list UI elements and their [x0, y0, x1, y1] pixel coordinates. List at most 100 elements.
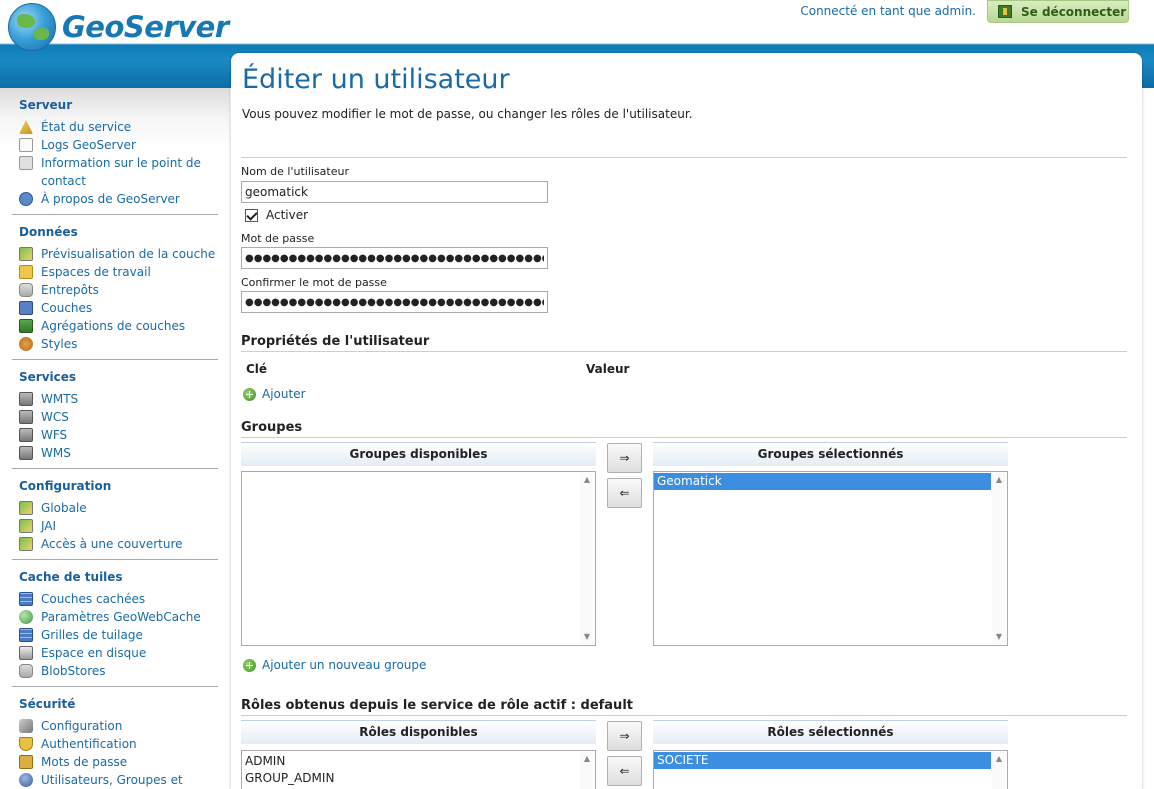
enable-checkbox[interactable] [245, 208, 258, 222]
scrollbar[interactable]: ▲ [992, 752, 1006, 789]
sidebar-item[interactable]: JAI [19, 517, 218, 535]
sidebar-item-label: Couches [41, 301, 93, 315]
scrollbar[interactable]: ▲ ▼ [580, 473, 594, 644]
sidebar-item[interactable]: BlobStores [19, 662, 218, 680]
layer-icon [19, 301, 33, 315]
remove-group-button[interactable]: ⇐ [607, 478, 642, 508]
scrollbar[interactable]: ▲ [580, 752, 594, 789]
grid-icon [19, 628, 33, 642]
list-item-societe[interactable]: SOCIETE [654, 752, 991, 769]
sidebar-item[interactable]: Accès à une couverture [19, 535, 218, 553]
selected-groups-list[interactable]: Geomatick ▲ ▼ [653, 471, 1008, 646]
sidebar-item[interactable]: Paramètres GeoWebCache [19, 608, 218, 626]
database-icon [19, 664, 33, 678]
sidebar-item-label: BlobStores [41, 664, 106, 678]
sidebar-item[interactable]: WMTS [19, 390, 218, 408]
users-icon [19, 773, 33, 787]
nav-section-title: Cache de tuiles [19, 570, 123, 584]
sidebar-item[interactable]: WMS [19, 444, 218, 462]
nav-section: Sécurité Configuration Authentification Mot… [12, 687, 218, 789]
sidebar-item[interactable]: Espaces de travail [19, 263, 218, 281]
grid-icon [19, 592, 33, 606]
divider [241, 157, 1127, 158]
scrollbar[interactable]: ▲ ▼ [992, 473, 1006, 644]
nav-section-title: Serveur [19, 98, 73, 112]
add-role-button[interactable]: ⇒ [607, 721, 642, 751]
add-group-button[interactable]: ⇒ [607, 443, 642, 473]
sidebar-item-label: WFS [41, 428, 68, 442]
sidebar-item[interactable]: Logs GeoServer [19, 136, 218, 154]
username-input[interactable] [241, 181, 548, 203]
sidebar-item[interactable]: Information sur le point de contact [19, 154, 218, 190]
sidebar-item[interactable]: Globale [19, 499, 218, 517]
divider [241, 351, 1127, 352]
sidebar-item[interactable]: Entrepôts [19, 281, 218, 299]
logout-button[interactable]: Se déconnecter [987, 0, 1129, 23]
document-icon [19, 138, 33, 152]
username-label: Nom de l'utilisateur [241, 165, 349, 178]
warning-icon [19, 120, 33, 134]
selected-roles-list[interactable]: SOCIETE ▲ [653, 750, 1008, 789]
sidebar-item-label: Espace en disque [41, 646, 147, 660]
coverage-icon [19, 537, 33, 551]
sidebar-item[interactable]: WCS [19, 408, 218, 426]
sidebar-item-label: Mots de passe [41, 755, 128, 769]
enable-checkbox-row[interactable]: Activer [245, 208, 308, 222]
divider [241, 715, 1127, 716]
sidebar-item[interactable]: Authentification [19, 735, 218, 753]
sidebar-item-label: État du service [41, 120, 132, 134]
sidebar-item-label: Information sur le point de contact [41, 156, 201, 188]
available-groups-list[interactable]: ▲ ▼ [241, 471, 596, 646]
sidebar-item[interactable]: Grilles de tuilage [19, 626, 218, 644]
sidebar-item[interactable]: Mots de passe [19, 753, 218, 771]
nav-section-title: Données [19, 225, 78, 239]
sidebar-item-label: Espaces de travail [41, 265, 151, 279]
list-item-geomatick[interactable]: Geomatick [654, 473, 991, 490]
sidebar-item-label: JAI [41, 519, 57, 533]
sidebar-item-label: Logs GeoServer [41, 138, 136, 152]
available-roles-list[interactable]: ADMIN GROUP_ADMIN ▲ [241, 750, 596, 789]
nav-section: Serveur État du service Logs GeoServer Info… [12, 88, 218, 215]
nav-section-title: Services [19, 370, 77, 384]
sidebar-item[interactable]: À propos de GeoServer [19, 190, 218, 208]
sidebar-item[interactable]: État du service [19, 118, 218, 136]
main-panel: Éditer un utilisateur Vous pouvez modifi… [231, 53, 1142, 789]
add-property-label: Ajouter [262, 387, 306, 401]
sidebar-item[interactable]: Utilisateurs, Groupes et Rôles [19, 771, 218, 789]
sidebar-item-label: Prévisualisation de la couche [41, 247, 216, 261]
list-item-admin[interactable]: ADMIN [242, 753, 595, 770]
sidebar-item[interactable]: Prévisualisation de la couche [19, 245, 218, 263]
sidebar-item[interactable]: Couches [19, 299, 218, 317]
logout-label: Se déconnecter [1021, 4, 1127, 19]
sidebar-item[interactable]: Configuration [19, 717, 218, 735]
sidebar-item-label: Entrepôts [41, 283, 99, 297]
sidebar-item[interactable]: Espace en disque [19, 644, 218, 662]
shield-icon [19, 737, 33, 751]
logged-in-text: Connecté en tant que admin. [800, 4, 976, 18]
sidebar-item[interactable]: Agrégations de couches [19, 317, 218, 335]
global-icon [19, 501, 33, 515]
sidebar-item[interactable]: Couches cachées [19, 590, 218, 608]
info-icon [19, 156, 33, 170]
remove-role-button[interactable]: ⇐ [607, 756, 642, 786]
add-property-link[interactable]: Ajouter [243, 387, 306, 401]
password-label: Mot de passe [241, 232, 315, 245]
password-input[interactable] [241, 247, 548, 269]
add-new-group-link[interactable]: Ajouter un nouveau groupe [243, 658, 426, 672]
list-item-group-admin[interactable]: GROUP_ADMIN [242, 770, 595, 787]
sidebar-item[interactable]: WFS [19, 426, 218, 444]
page-title: Éditer un utilisateur [242, 64, 510, 95]
wrench-icon [19, 719, 33, 733]
logo-text: GeoServer [62, 10, 229, 44]
service-icon [19, 428, 33, 442]
sidebar-item-label: Accès à une couverture [41, 537, 183, 551]
groups-title: Groupes [241, 420, 303, 435]
service-icon [19, 446, 33, 460]
confirm-password-input[interactable] [241, 291, 548, 313]
sidebar-item[interactable]: Styles [19, 335, 218, 353]
enable-label: Activer [266, 208, 309, 222]
geoserver-logo[interactable]: GeoServer [8, 3, 229, 51]
sidebar-item-label: Couches cachées [41, 592, 146, 606]
sidebar-item-label: WMTS [41, 392, 79, 406]
nav-section-title: Configuration [19, 479, 112, 493]
